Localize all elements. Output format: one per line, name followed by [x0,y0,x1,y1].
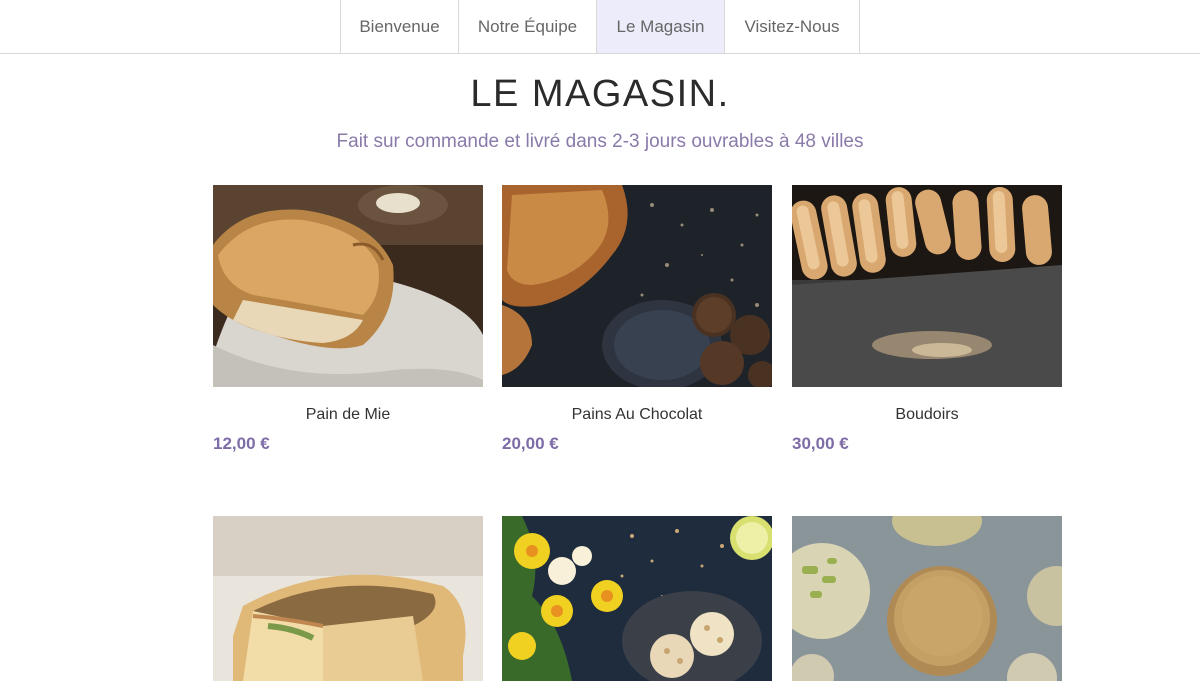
product-card [502,516,772,681]
product-image-bread-loaf[interactable] [213,185,483,387]
product-image-pistachio-cookies[interactable] [792,516,1062,681]
page-subtitle: Fait sur commande et livré dans 2-3 jour… [336,131,864,152]
page-title: LE MAGASIN. [470,73,730,115]
product-image-boudoirs[interactable] [792,185,1062,387]
nav-item-bienvenue[interactable]: Bienvenue [341,0,459,53]
product-card: Pain de Mie 12,00 € [213,185,483,454]
product-price: 30,00 € [792,434,849,453]
top-nav: Bienvenue Notre Équipe Le Magasin Visite… [0,0,1200,54]
product-image-daffodils-pastries[interactable] [502,516,772,681]
product-card: Boudoirs 30,00 € [792,185,1062,454]
product-name[interactable]: Boudoirs [792,405,1062,425]
nav-list: Bienvenue Notre Équipe Le Magasin Visite… [340,0,860,53]
product-card [792,516,1062,681]
product-image-quiche[interactable] [213,516,483,681]
product-name[interactable]: Pains Au Chocolat [502,405,772,425]
product-name[interactable]: Pain de Mie [213,405,483,425]
nav-item-le-magasin[interactable]: Le Magasin [597,0,725,53]
product-price: 12,00 € [213,434,270,453]
nav-item-notre-equipe[interactable]: Notre Équipe [459,0,597,53]
product-card [213,516,483,681]
nav-item-visitez-nous[interactable]: Visitez-Nous [725,0,860,53]
product-price: 20,00 € [502,434,559,453]
product-image-pains-au-chocolat[interactable] [502,185,772,387]
product-card: Pains Au Chocolat 20,00 € [502,185,772,454]
